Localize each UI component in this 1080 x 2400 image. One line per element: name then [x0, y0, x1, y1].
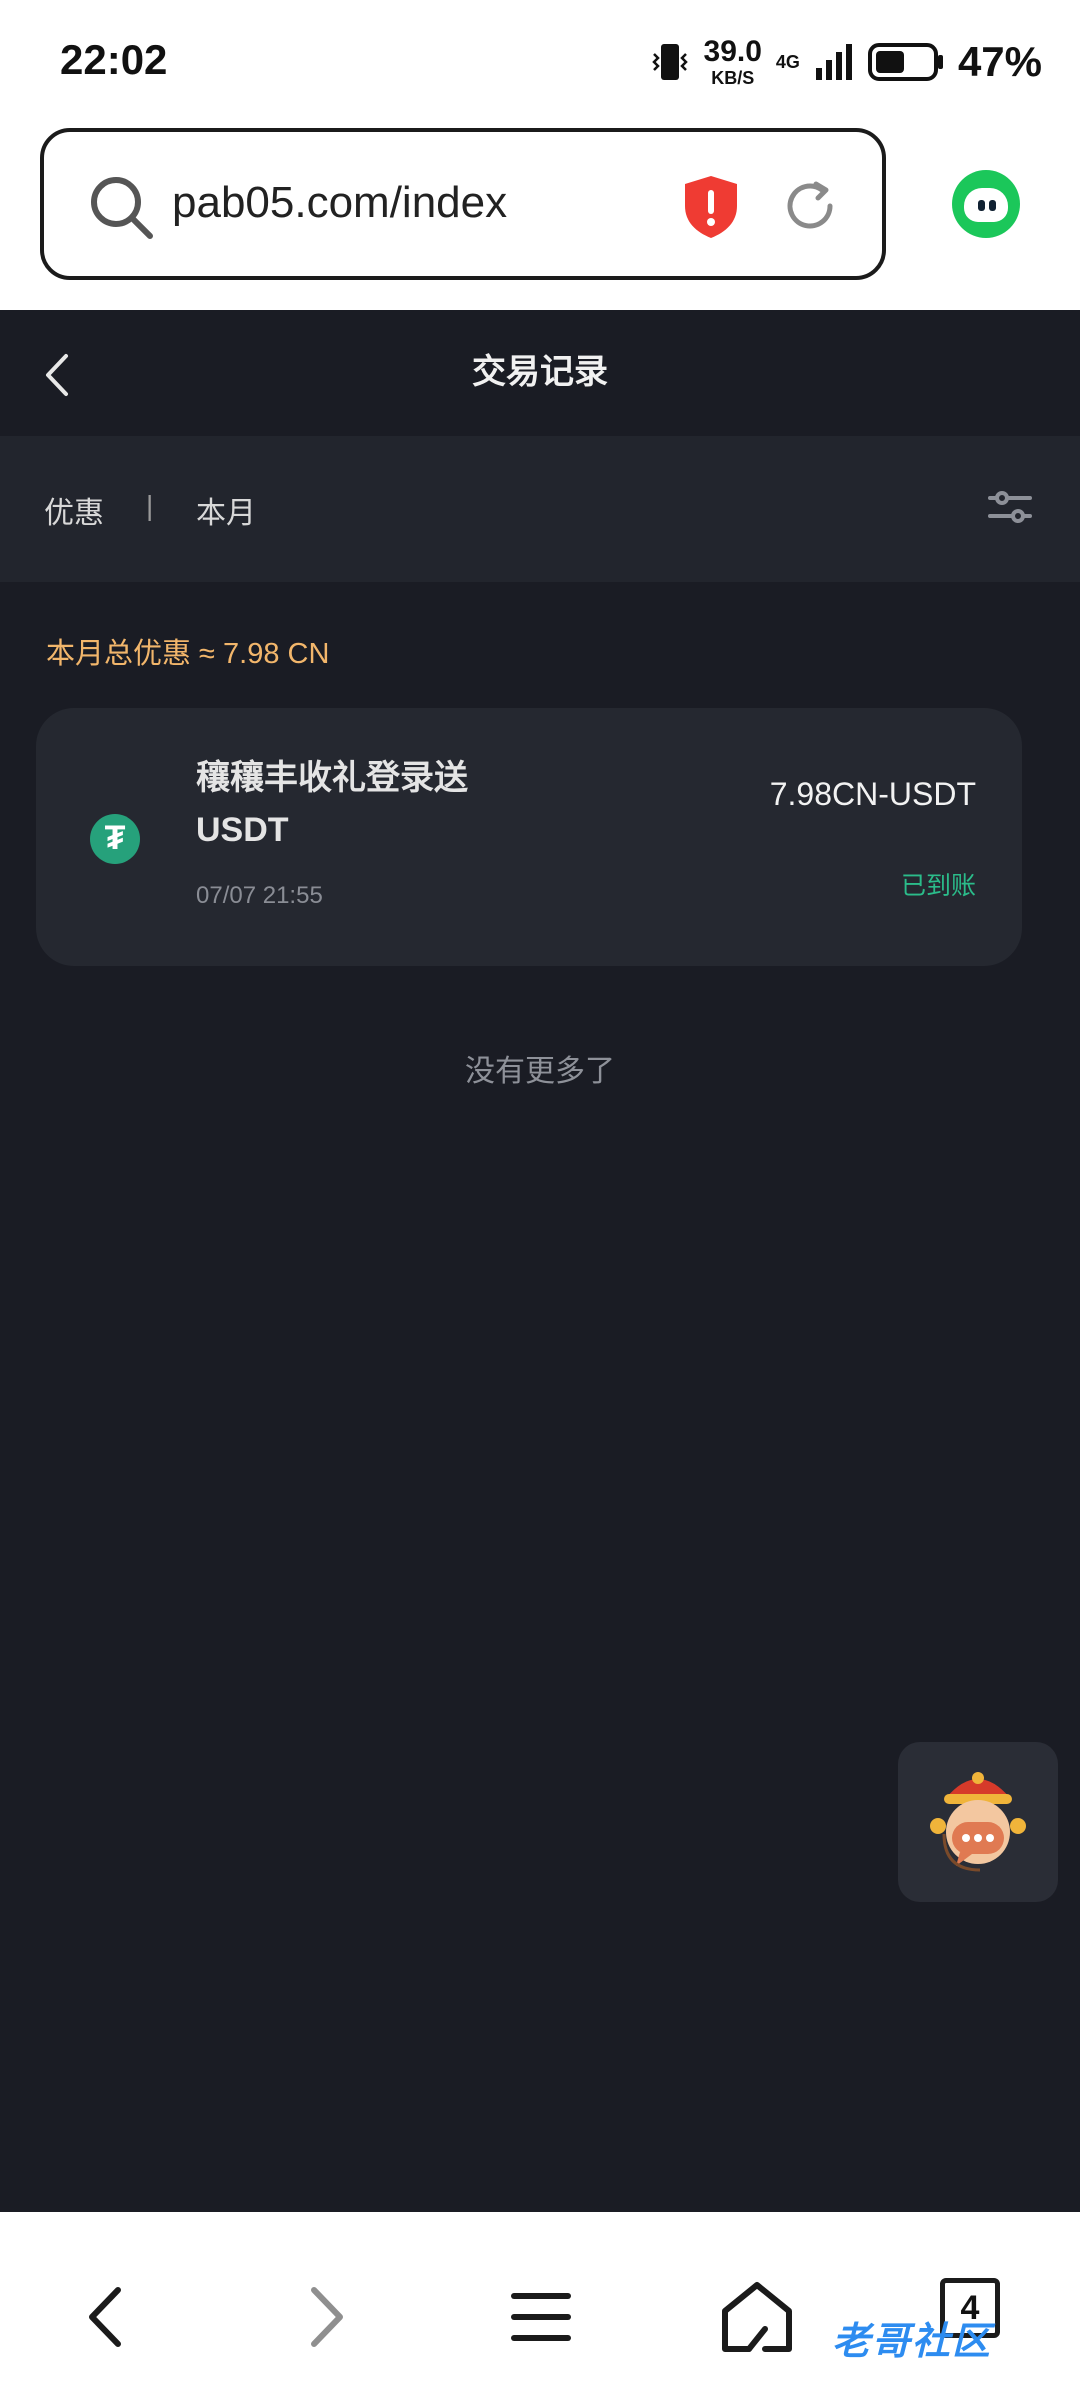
- nav-forward-button[interactable]: [282, 2272, 372, 2362]
- status-bar: 22:02 39.0 KB/S 4G 47%: [0, 0, 1080, 120]
- filter-settings-icon[interactable]: [986, 484, 1034, 532]
- network-speed: 39.0 KB/S: [703, 35, 762, 88]
- customer-service-button[interactable]: [898, 1742, 1058, 1902]
- battery-percent: 47%: [957, 38, 1042, 85]
- filter-period[interactable]: 本月: [196, 488, 256, 532]
- monthly-summary: 本月总优惠 ≈ 7.98 CN: [46, 638, 330, 670]
- transaction-title: 穰穰丰收礼登录送USDT: [196, 759, 468, 849]
- search-icon: [91, 177, 153, 239]
- transaction-amount: 7.98CN-USDT: [769, 776, 976, 812]
- home-icon: [722, 2282, 792, 2352]
- forward-icon: [311, 2287, 343, 2347]
- watermark-logo: 老哥社区: [832, 2320, 993, 2363]
- reload-icon[interactable]: [780, 176, 840, 236]
- security-warning-icon[interactable]: [682, 174, 740, 240]
- transaction-card[interactable]: ₮ 穰穰丰收礼登录送USDT 07/07 21:55 7.98CN-USDT 已…: [36, 708, 1022, 966]
- battery-icon: [867, 43, 943, 81]
- app-header: 交易记录: [0, 310, 1080, 436]
- screen: { "status": { "time": "22:02", "speed_va…: [0, 0, 1080, 2400]
- app-avatar-icon[interactable]: [952, 170, 1020, 238]
- transaction-date: 07/07 21:55: [196, 882, 323, 909]
- tether-icon: ₮: [90, 814, 140, 864]
- vibrate-icon: [651, 44, 688, 80]
- customer-service-icon: [930, 1772, 1026, 1872]
- nav-menu-button[interactable]: [496, 2272, 586, 2362]
- back-icon: [89, 2287, 121, 2347]
- status-icons: 39.0 KB/S 4G 47%: [650, 36, 1042, 88]
- filter-separator: |: [146, 490, 154, 521]
- filter-bar: 优惠 | 本月: [0, 436, 1080, 582]
- status-time: 22:02: [60, 36, 168, 83]
- signal-icon: [815, 44, 852, 80]
- network-type: 4G: [775, 51, 800, 72]
- no-more-text: 没有更多了: [465, 1055, 615, 1088]
- transaction-status: 已到账: [900, 872, 976, 900]
- url-text[interactable]: pab05.com/index: [172, 178, 507, 228]
- page-title: 交易记录: [472, 353, 608, 391]
- nav-back-button[interactable]: [60, 2272, 150, 2362]
- nav-home-button[interactable]: [712, 2272, 802, 2362]
- address-bar[interactable]: pab05.com/index: [40, 128, 886, 280]
- browser-bottom-nav: 4 老哥社区: [0, 2212, 1080, 2400]
- menu-icon: [511, 2293, 571, 2341]
- filter-type[interactable]: 优惠: [44, 488, 104, 532]
- browser-chrome: 22:02 39.0 KB/S 4G 47% pab05.com/index: [0, 0, 1080, 310]
